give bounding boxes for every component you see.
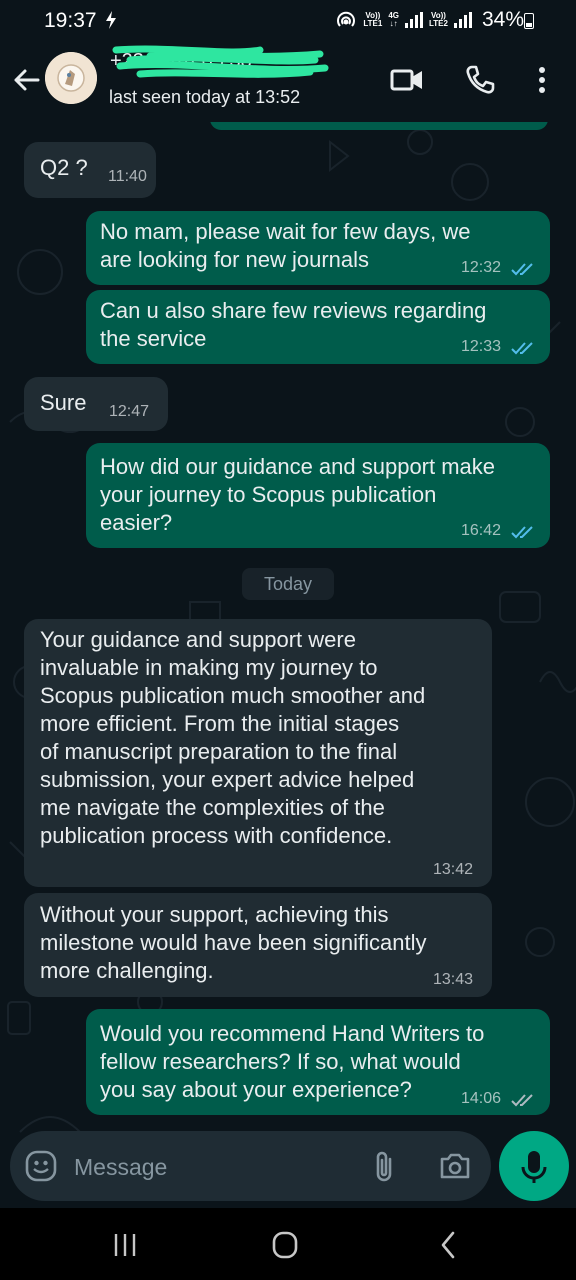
attach-icon[interactable] [370, 1149, 400, 1185]
message-input[interactable] [72, 1149, 356, 1185]
message-text: Q2 ? [40, 155, 88, 180]
video-call-icon[interactable] [390, 64, 422, 96]
avatar[interactable] [45, 52, 97, 104]
more-options-icon[interactable] [530, 64, 554, 96]
home-icon[interactable] [271, 1230, 301, 1260]
message-text: Sure [40, 390, 87, 415]
incoming-message[interactable]: Q2 ? 11:40 [24, 142, 156, 198]
message-text: Without your support, achieving this mil… [40, 902, 427, 983]
incoming-message[interactable]: Your guidance and support were invaluabl… [24, 619, 492, 887]
incoming-message[interactable]: Sure 12:47 [24, 377, 168, 431]
voice-call-icon[interactable] [464, 64, 496, 96]
message-text: Your guidance and support were invaluabl… [40, 627, 426, 848]
date-separator: Today [242, 568, 334, 600]
back-nav-icon[interactable] [434, 1230, 464, 1260]
battery-percent: 34% [481, 8, 524, 31]
status-time: 19:37 [44, 9, 97, 32]
message-text: No mam, please wait for few days, we are… [100, 219, 471, 272]
message-time: 12:32 [461, 259, 502, 276]
message-time: 16:42 [461, 522, 502, 539]
read-double-tick-icon [511, 526, 533, 539]
read-double-tick-icon [511, 263, 533, 276]
delivered-double-tick-icon [511, 1094, 533, 1107]
outgoing-message[interactable]: How did our guidance and support make yo… [86, 443, 550, 548]
status-bar: 19:37 Vo)) LTE1 4G ↓↑ Vo)) LTE2 34% [0, 0, 576, 40]
outgoing-message[interactable]: No mam, please wait for few days, we are… [86, 211, 550, 285]
read-double-tick-icon [511, 342, 533, 355]
chat-messages[interactable]: Q2 ? 11:40 No mam, please wait for few d… [0, 122, 576, 1208]
sim1-volte: Vo)) LTE1 [363, 11, 383, 28]
message-time: 11:40 [108, 168, 147, 185]
message-time: 14:06 [461, 1090, 502, 1107]
message-time: 13:42 [433, 861, 474, 878]
mic-icon[interactable] [499, 1131, 569, 1201]
message-text: How did our guidance and support make yo… [100, 454, 496, 535]
camera-icon[interactable] [438, 1150, 472, 1182]
back-arrow-icon[interactable] [8, 62, 44, 98]
previous-message-bubble[interactable] [210, 122, 548, 130]
status-indicators: Vo)) LTE1 4G ↓↑ Vo)) LTE2 34% [335, 8, 524, 32]
outgoing-message[interactable]: Would you recommend Hand Writers to fell… [86, 1009, 550, 1115]
incoming-message[interactable]: Without your support, achieving this mil… [24, 893, 492, 997]
last-seen-status: last seen today at 13:52 [109, 87, 301, 107]
message-time: 13:43 [433, 971, 474, 988]
chat-header: +23·· ····· 05 38 last seen today at 13:… [0, 40, 576, 122]
battery-icon [524, 13, 534, 29]
system-nav-bar [0, 1208, 576, 1280]
signal-icon [453, 12, 472, 28]
emoji-icon[interactable] [24, 1149, 58, 1183]
network-type: 4G ↓↑ [388, 11, 399, 28]
message-composer [10, 1131, 491, 1201]
sim2-volte: Vo)) LTE2 [429, 11, 448, 28]
message-time: 12:33 [461, 338, 502, 355]
outgoing-message[interactable]: Can u also share few reviews regarding t… [86, 290, 550, 364]
signal-icon [405, 12, 423, 28]
message-text: Can u also share few reviews regarding t… [100, 298, 487, 351]
dollar-notification-icon [103, 10, 119, 35]
redaction-scribble [112, 45, 329, 78]
message-text: Would you recommend Hand Writers to fell… [100, 1021, 485, 1102]
recent-apps-icon[interactable] [110, 1230, 140, 1260]
hotspot-icon [337, 11, 356, 27]
message-time: 12:47 [109, 403, 150, 420]
